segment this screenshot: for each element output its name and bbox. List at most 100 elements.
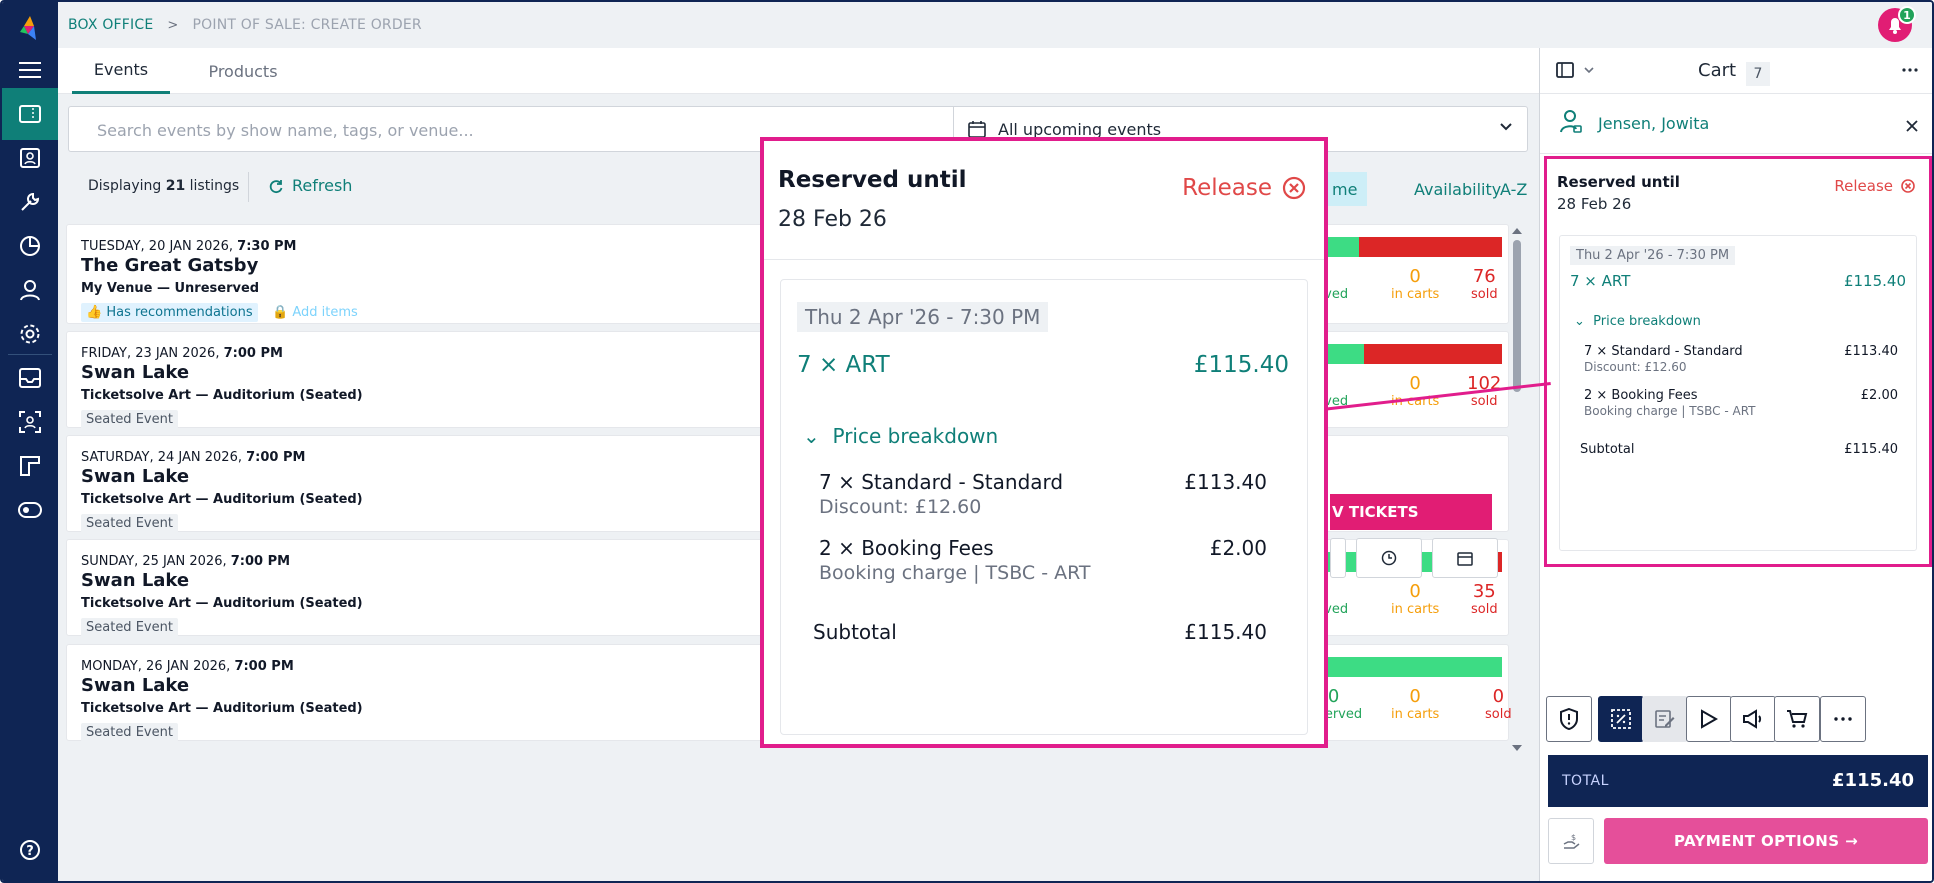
- event-tag: Seated Event: [81, 723, 178, 742]
- line-name: 2 × Booking Fees: [819, 536, 994, 560]
- event-date: MONDAY, 26 JAN 2026, 7:00 PM: [81, 659, 294, 674]
- breadcrumb-root[interactable]: BOX OFFICE: [68, 17, 153, 33]
- item-price: £115.40: [1193, 352, 1289, 378]
- reserved-until-title: Reserved until: [778, 167, 967, 193]
- event-venue: Ticketsolve Art — Auditorium (Seated): [81, 596, 363, 611]
- event-date: FRIDAY, 23 JAN 2026, 7:00 PM: [81, 346, 283, 361]
- more-actions-button[interactable]: [1820, 696, 1866, 742]
- reservation-details: Thu 2 Apr '26 - 7:30 PM 7 × ART £115.40 …: [780, 279, 1308, 735]
- stat-sold: 76 sold: [1471, 266, 1498, 303]
- line-price: £113.40: [1844, 344, 1898, 359]
- customer-row[interactable]: Jensen, Jowita: [1540, 94, 1932, 154]
- announce-button[interactable]: [1730, 696, 1776, 742]
- left-rail: ?: [2, 2, 58, 881]
- event-venue: Ticketsolve Art — Auditorium (Seated): [81, 492, 363, 507]
- event-tag: Seated Event: [81, 410, 178, 429]
- calendar-icon: [1457, 552, 1473, 566]
- subtotal-value: £115.40: [1184, 620, 1267, 644]
- callout-divider: [764, 259, 1324, 260]
- toggle-icon[interactable]: [2, 484, 58, 536]
- cart-button[interactable]: [1774, 696, 1820, 742]
- tab-products[interactable]: Products: [188, 48, 298, 94]
- more-options-icon[interactable]: [1902, 68, 1918, 72]
- subtotal-label: Subtotal: [1580, 442, 1635, 457]
- line-detail: Booking charge | TSBC - ART: [1584, 404, 1756, 418]
- scrollbar-thumb[interactable]: [1513, 240, 1521, 392]
- more-horizontal-icon: [1834, 717, 1852, 721]
- total-value: £115.40: [1832, 770, 1914, 791]
- refresh-label: Refresh: [292, 176, 353, 195]
- event-title: Swan Lake: [81, 466, 190, 487]
- event-title: Swan Lake: [81, 570, 190, 591]
- event-list-scrollbar[interactable]: [1510, 222, 1524, 872]
- brand-logo-icon[interactable]: [16, 14, 44, 42]
- reserved-until-title: Reserved until: [1557, 173, 1680, 191]
- clock-button[interactable]: [1356, 538, 1422, 578]
- breadcrumb-current: POINT OF SALE: CREATE ORDER: [192, 17, 422, 33]
- hand-money-button[interactable]: $: [1548, 818, 1594, 864]
- price-breakdown-toggle[interactable]: ⌄ Price breakdown: [803, 424, 998, 448]
- tab-events[interactable]: Events: [72, 48, 170, 94]
- event-date: SATURDAY, 24 JAN 2026, 7:00 PM: [81, 450, 306, 465]
- stat-sold: 35 sold: [1471, 581, 1498, 618]
- payment-options-button[interactable]: PAYMENT OPTIONS →: [1604, 818, 1928, 864]
- close-icon[interactable]: [1906, 120, 1918, 132]
- reserved-until-date: 28 Feb 26: [778, 207, 887, 232]
- line-price: £113.40: [1184, 470, 1267, 494]
- sort-time-button[interactable]: me: [1322, 172, 1368, 206]
- line-name: 7 × Standard - Standard: [1584, 344, 1743, 359]
- item-price: £115.40: [1843, 272, 1906, 290]
- showtime-label: Thu 2 Apr '26 - 7:30 PM: [797, 302, 1049, 332]
- price-breakdown-toggle[interactable]: ⌄ Price breakdown: [1574, 314, 1701, 329]
- svg-text:?: ?: [26, 844, 34, 859]
- sort-availability-button[interactable]: Availability: [1414, 172, 1501, 206]
- add-items-tag[interactable]: 🔒 Add items: [267, 303, 363, 322]
- shopping-cart-icon: [1787, 710, 1808, 728]
- release-button[interactable]: Release: [1182, 175, 1306, 201]
- shield-alert-button[interactable]: [1546, 696, 1592, 742]
- event-title: Swan Lake: [81, 675, 190, 696]
- release-button[interactable]: Release: [1834, 177, 1915, 195]
- ticket-mode-icon[interactable]: [1556, 62, 1574, 78]
- notifications-button[interactable]: 1: [1878, 6, 1916, 42]
- item-name: 7 × ART: [797, 352, 890, 378]
- help-icon[interactable]: ?: [2, 824, 58, 876]
- showtime-label: Thu 2 Apr '26 - 7:30 PM: [1570, 246, 1736, 265]
- date-filter-value: All upcoming events: [998, 119, 1162, 139]
- close-circle-icon: [1901, 179, 1915, 193]
- sort-az-button[interactable]: A-Z: [1500, 172, 1527, 206]
- scroll-up-icon[interactable]: [1510, 225, 1524, 237]
- subtotal-label: Subtotal: [813, 620, 897, 644]
- cart-title: Cart: [1698, 60, 1737, 81]
- discount-button[interactable]: [1598, 696, 1644, 742]
- release-label: Release: [1834, 177, 1893, 195]
- line-name: 7 × Standard - Standard: [819, 470, 1064, 494]
- chevron-down-icon[interactable]: [1584, 66, 1594, 74]
- chevron-down-icon: [1500, 123, 1512, 131]
- send-button[interactable]: [1686, 696, 1732, 742]
- stat-in-carts: 0 in carts: [1391, 373, 1440, 410]
- zoomed-reservation-callout: Reserved until 28 Feb 26 Release Thu 2 A…: [760, 137, 1328, 748]
- reservation-details: Thu 2 Apr '26 - 7:30 PM 7 × ART £115.40 …: [1559, 235, 1917, 551]
- scroll-down-icon[interactable]: [1510, 742, 1524, 754]
- cart-action-row: [1546, 696, 1930, 748]
- event-title: The Great Gatsby: [81, 255, 259, 276]
- release-label: Release: [1182, 175, 1272, 201]
- notes-button[interactable]: [1642, 696, 1688, 742]
- breadcrumb-separator: >: [167, 17, 179, 33]
- search-input[interactable]: Search events by show name, tags, or ven…: [97, 121, 474, 140]
- clock-icon: [1381, 550, 1397, 566]
- close-circle-icon: [1282, 176, 1306, 200]
- refresh-button[interactable]: Refresh: [268, 176, 352, 195]
- svg-text:$: $: [1571, 833, 1576, 842]
- line-detail: Discount: £12.60: [1584, 360, 1687, 374]
- total-bar: TOTAL £115.40: [1548, 755, 1928, 807]
- card-tool-button[interactable]: [1330, 538, 1346, 578]
- recommendations-tag[interactable]: 👍 Has recommendations: [81, 303, 258, 322]
- tab-bar: Events Products: [58, 48, 1539, 94]
- shield-alert-icon: [1560, 708, 1578, 730]
- event-title: Swan Lake: [81, 362, 190, 383]
- customer-name[interactable]: Jensen, Jowita: [1598, 114, 1709, 133]
- view-tickets-button[interactable]: V TICKETS: [1330, 494, 1492, 530]
- calendar-button[interactable]: [1432, 538, 1498, 578]
